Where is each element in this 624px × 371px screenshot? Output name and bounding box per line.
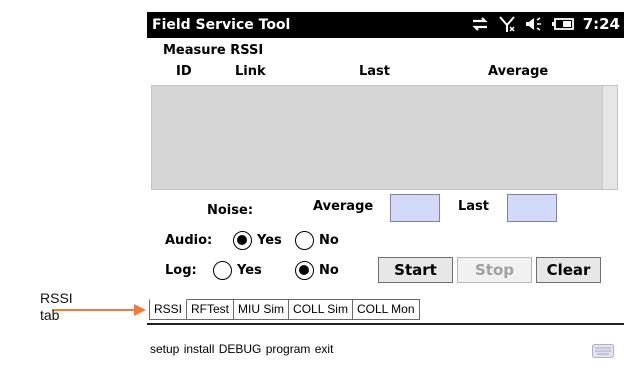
- rssi-tab-callout: RSSI tab: [40, 290, 73, 324]
- callout-arrow: [52, 304, 146, 316]
- callout-line-1: RSSI: [40, 290, 73, 306]
- callout-line-2: tab: [40, 307, 60, 323]
